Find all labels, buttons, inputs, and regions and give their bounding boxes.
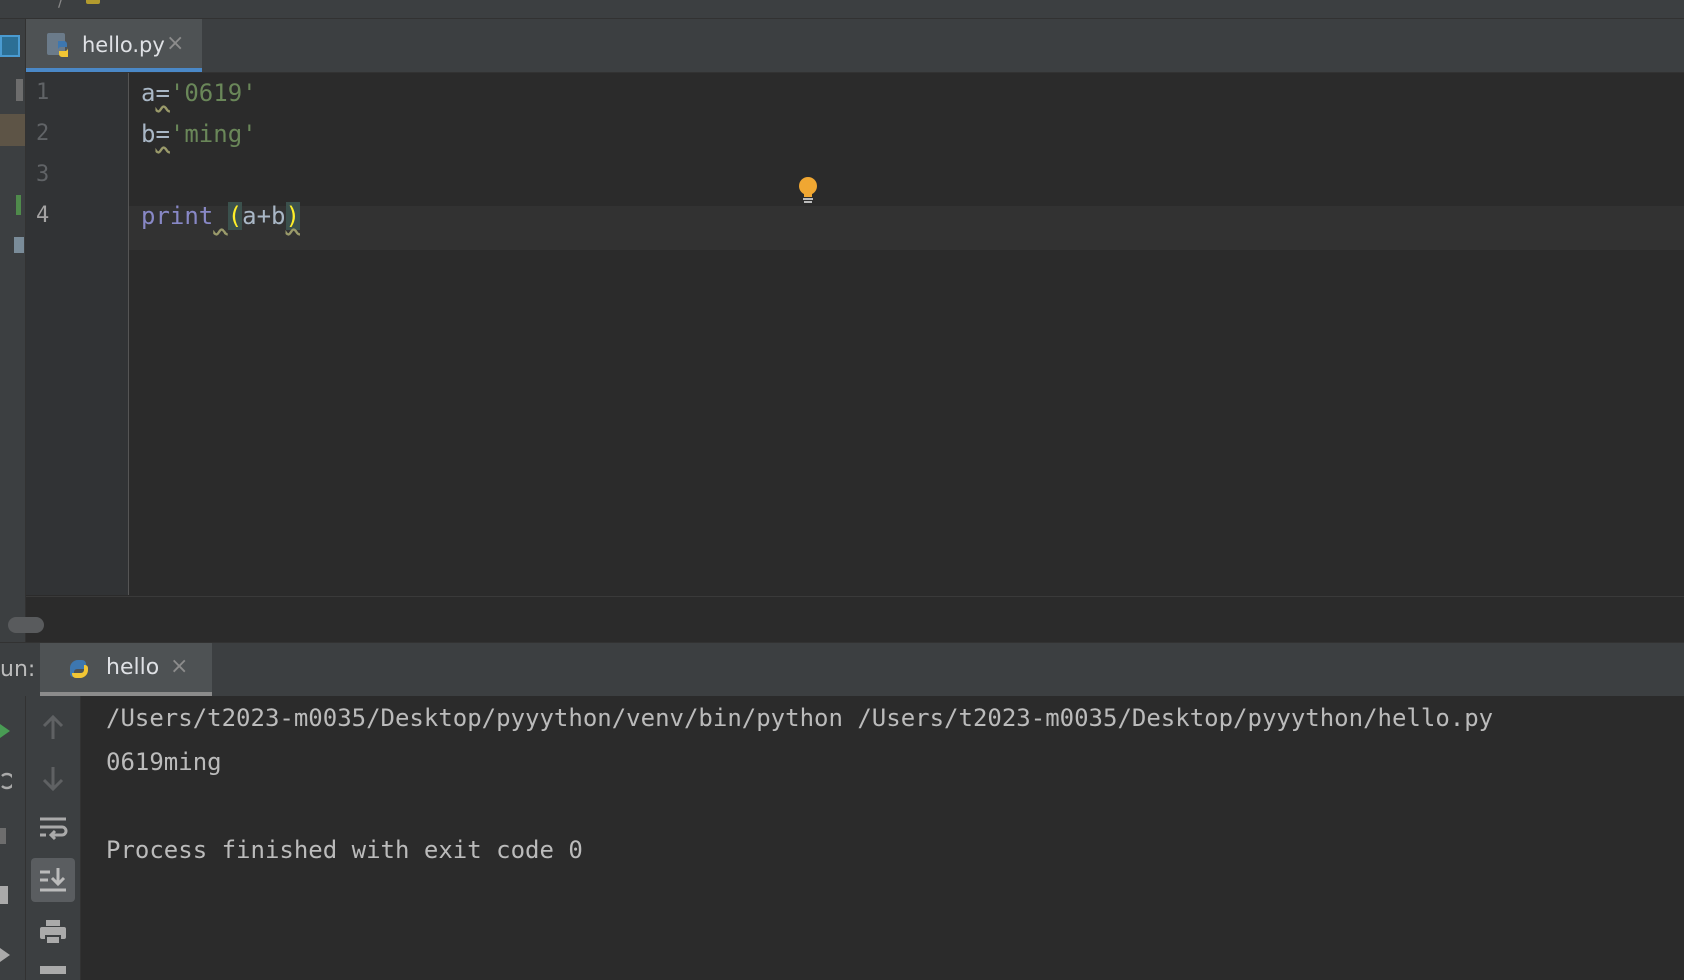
editor-horizontal-scrollbar[interactable] bbox=[8, 596, 1684, 643]
lightbulb-icon[interactable] bbox=[796, 176, 820, 206]
whitespace-warning bbox=[213, 202, 227, 230]
bookmark-marker bbox=[16, 79, 23, 101]
tab-filename: hello.py bbox=[82, 33, 165, 57]
line-number: 4 bbox=[36, 203, 50, 228]
restart-icon[interactable] bbox=[0, 772, 12, 790]
up-arrow-icon[interactable] bbox=[31, 706, 75, 750]
string-literal: '0619' bbox=[169, 79, 257, 107]
console-command-line: /Users/t2023-m0035/Desktop/pyyython/venv… bbox=[106, 704, 1494, 732]
run-label: un: bbox=[0, 657, 36, 682]
project-view-icon[interactable] bbox=[0, 35, 20, 57]
pin-icon[interactable] bbox=[0, 948, 10, 962]
run-tool-window-header: un: hello × bbox=[0, 642, 1684, 697]
assign-operator: = bbox=[155, 79, 170, 107]
line-number-gutter[interactable]: 1 2 3 4 bbox=[26, 73, 129, 595]
down-arrow-icon[interactable] bbox=[31, 756, 75, 800]
python-file-icon bbox=[47, 33, 68, 57]
soft-wrap-icon[interactable] bbox=[31, 806, 75, 850]
line-number: 2 bbox=[36, 121, 50, 146]
console-exit-message: Process finished with exit code 0 bbox=[106, 836, 583, 864]
python-run-icon bbox=[70, 660, 88, 678]
console-output-line: 0619ming bbox=[106, 748, 222, 776]
variable-b: b bbox=[141, 120, 156, 148]
change-marker bbox=[16, 195, 21, 215]
stop-icon[interactable] bbox=[0, 828, 6, 844]
run-console-toolbar bbox=[26, 696, 81, 980]
run-console-output[interactable]: /Users/t2023-m0035/Desktop/pyyython/venv… bbox=[81, 696, 1684, 980]
active-tab-indicator bbox=[26, 68, 202, 72]
scrollbar-thumb[interactable] bbox=[8, 617, 44, 633]
breadcrumb-separator: / bbox=[58, 0, 64, 10]
line-number: 3 bbox=[36, 162, 50, 187]
code-text[interactable]: a='0619' b='ming' print (a+b) bbox=[129, 73, 1684, 595]
layout-icon[interactable] bbox=[0, 886, 8, 904]
scroll-to-end-icon[interactable] bbox=[31, 858, 75, 902]
run-tab-hello[interactable]: hello × bbox=[40, 643, 212, 696]
print-icon[interactable] bbox=[31, 910, 75, 954]
run-tab-name: hello bbox=[106, 655, 160, 680]
structure-icon[interactable] bbox=[14, 237, 24, 253]
close-run-tab-icon[interactable]: × bbox=[170, 654, 188, 679]
clear-icon[interactable] bbox=[40, 966, 66, 974]
tab-hello-py[interactable]: hello.py × bbox=[26, 19, 202, 72]
string-literal: 'ming' bbox=[169, 120, 257, 148]
rerun-icon[interactable] bbox=[0, 724, 10, 738]
code-line-4[interactable]: print (a+b) bbox=[141, 202, 300, 230]
error-marker bbox=[0, 114, 25, 146]
breadcrumb-file-icon[interactable] bbox=[86, 0, 100, 4]
line-number: 1 bbox=[36, 80, 50, 105]
editor-tab-bar: hello.py × bbox=[26, 19, 1684, 73]
assign-operator: = bbox=[155, 120, 170, 148]
close-tab-icon[interactable]: × bbox=[166, 31, 184, 56]
open-paren: ( bbox=[227, 202, 243, 230]
close-paren: ) bbox=[285, 202, 300, 230]
code-line-2[interactable]: b='ming' bbox=[141, 120, 257, 148]
run-left-toolbar bbox=[0, 696, 26, 980]
variable-a: a bbox=[141, 79, 156, 107]
call-args: a+b bbox=[242, 202, 286, 230]
breadcrumb-bar: / bbox=[0, 0, 1684, 19]
print-keyword: print bbox=[141, 202, 214, 230]
code-line-1[interactable]: a='0619' bbox=[141, 79, 257, 107]
